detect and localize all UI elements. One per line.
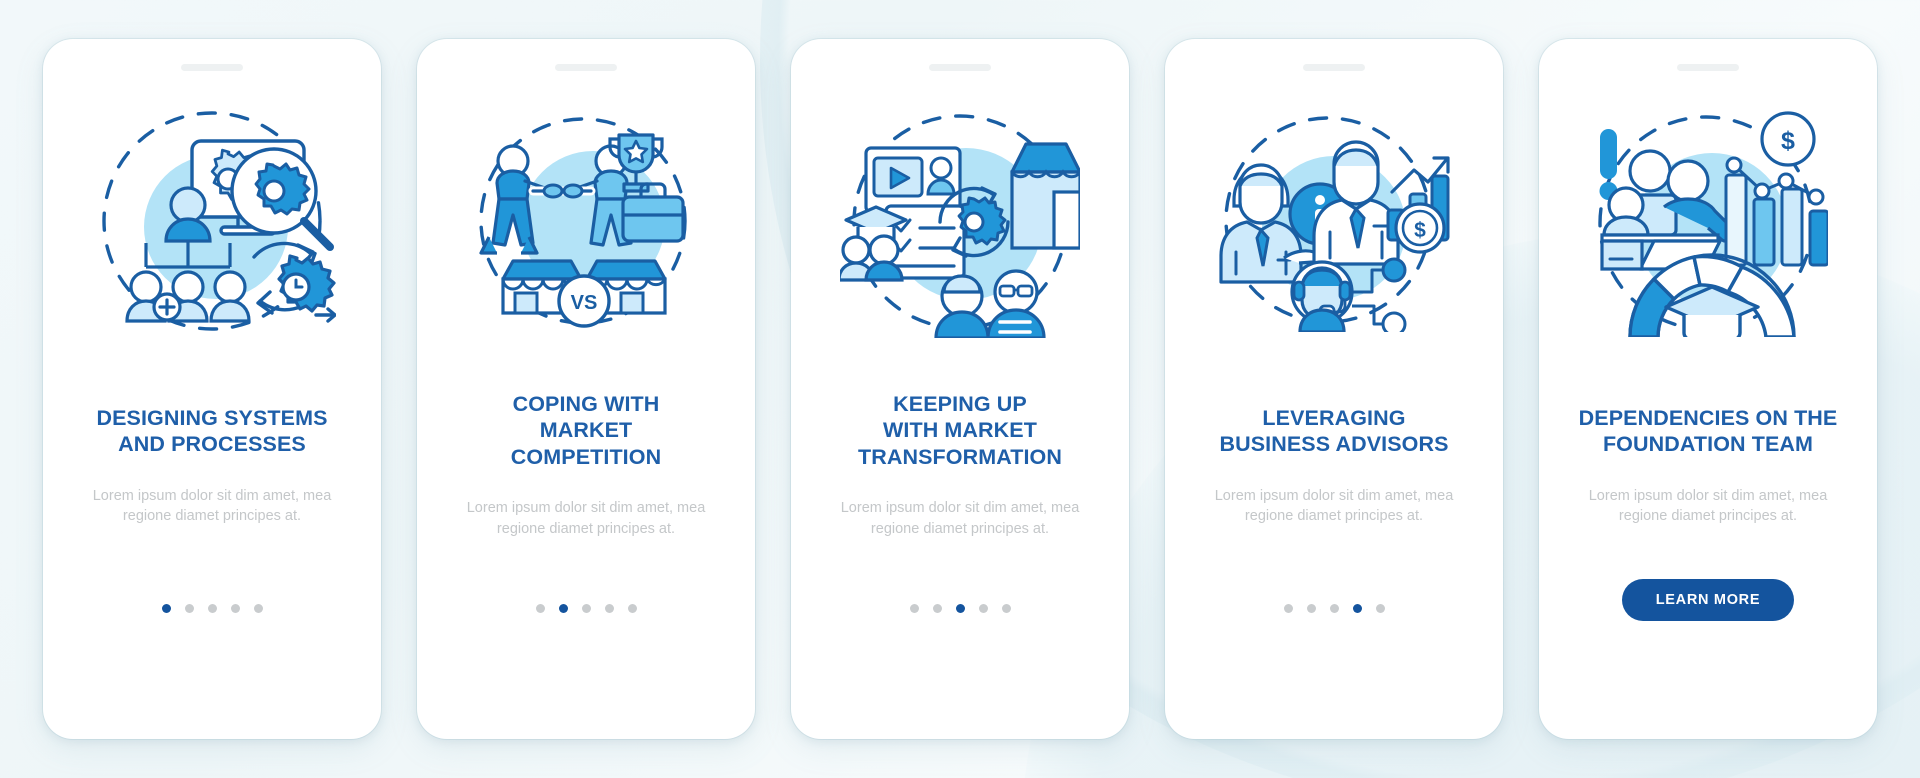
title-line: MARKET	[539, 418, 633, 443]
pagination-dot[interactable]	[184, 604, 194, 613]
title-line: DEPENDENCIES ON THE	[1578, 406, 1838, 430]
phone-speaker-bar	[555, 64, 617, 71]
pagination-dots[interactable]	[535, 604, 637, 613]
onboarding-screen-market-transformation: KEEPING UP WITH MARKET TRANSFORMATION Lo…	[791, 39, 1129, 739]
title-line: COMPETITION	[510, 444, 662, 469]
foundation-team-dependencies-illustration: $	[1565, 79, 1851, 369]
pagination-dot[interactable]	[558, 604, 568, 613]
pagination-dot[interactable]	[1306, 604, 1316, 613]
phone-speaker-bar	[1677, 64, 1739, 71]
pagination-dots[interactable]	[909, 604, 1011, 613]
pagination-dot[interactable]	[604, 604, 614, 613]
pagination-dot[interactable]	[978, 604, 988, 613]
title-line: BUSINESS ADVISORS	[1219, 432, 1449, 457]
page-title: DESIGNING SYSTEMS AND PROCESSES	[96, 405, 327, 458]
pagination-dot[interactable]	[955, 604, 965, 613]
pagination-dot[interactable]	[161, 604, 171, 613]
description-text: Lorem ipsum dolor sit dim amet, mea regi…	[1588, 487, 1828, 525]
onboarding-screen-business-advisors: $ LEVERAGING BUSINESS ADVISORS Lorem ips…	[1165, 39, 1503, 739]
title-line: AND PROCESSES	[118, 432, 306, 457]
pagination-dot[interactable]	[207, 604, 217, 613]
svg-text:$: $	[1414, 219, 1426, 242]
pagination-dot[interactable]	[535, 604, 545, 613]
pagination-dot[interactable]	[1283, 604, 1293, 613]
page-title: KEEPING UP WITH MARKET TRANSFORMATION	[858, 391, 1062, 470]
svg-text:$: $	[1781, 127, 1795, 155]
pagination-dot[interactable]	[1352, 604, 1362, 613]
page-title: COPING WITH MARKET COMPETITION	[511, 391, 661, 470]
onboarding-screens-row: DESIGNING SYSTEMS AND PROCESSES Lorem ip…	[0, 0, 1920, 778]
pagination-dot[interactable]	[581, 604, 591, 613]
market-competition-illustration: VS	[443, 79, 729, 369]
pagination-dots[interactable]	[161, 604, 263, 613]
title-line: COPING WITH	[512, 392, 660, 416]
pagination-dot[interactable]	[1329, 604, 1339, 613]
pagination-dot[interactable]	[1375, 604, 1385, 613]
pagination-dot[interactable]	[1001, 604, 1011, 613]
market-transformation-illustration	[817, 79, 1103, 369]
vs-badge-label: VS	[571, 292, 598, 314]
page-title: DEPENDENCIES ON THE FOUNDATION TEAM	[1579, 405, 1838, 458]
title-line: FOUNDATION TEAM	[1602, 432, 1814, 457]
pagination-dot[interactable]	[253, 604, 263, 613]
page-title: LEVERAGING BUSINESS ADVISORS	[1219, 405, 1448, 458]
description-text: Lorem ipsum dolor sit dim amet, mea regi…	[466, 500, 706, 537]
title-line: LEVERAGING	[1262, 406, 1406, 430]
pagination-dot[interactable]	[627, 604, 637, 613]
title-line: KEEPING UP	[893, 392, 1027, 416]
description-text: Lorem ipsum dolor sit dim amet, mea regi…	[92, 487, 332, 525]
designing-systems-illustration	[69, 79, 355, 369]
pagination-dot[interactable]	[932, 604, 942, 613]
phone-speaker-bar	[929, 64, 991, 71]
learn-more-button[interactable]: LEARN MORE	[1621, 579, 1795, 621]
title-line: WITH MARKET	[883, 418, 1037, 443]
pagination-dot[interactable]	[909, 604, 919, 613]
pagination-dot[interactable]	[230, 604, 240, 613]
business-advisors-illustration: $	[1191, 79, 1477, 369]
pagination-dots[interactable]	[1283, 604, 1385, 613]
onboarding-screen-foundation-team: $ DEPENDENCIES ON THE FOUNDATION TEAM Lo…	[1539, 39, 1877, 739]
description-text: Lorem ipsum dolor sit dim amet, mea regi…	[840, 500, 1080, 537]
phone-speaker-bar	[181, 64, 243, 71]
phone-speaker-bar	[1303, 64, 1365, 71]
onboarding-screen-designing-systems: DESIGNING SYSTEMS AND PROCESSES Lorem ip…	[43, 39, 381, 739]
onboarding-screen-market-competition: VS COPING WITH MARKET COMPETITION Lorem …	[417, 39, 755, 739]
description-text: Lorem ipsum dolor sit dim amet, mea regi…	[1214, 487, 1454, 525]
title-line: DESIGNING SYSTEMS	[96, 406, 328, 430]
title-line: TRANSFORMATION	[857, 444, 1063, 469]
